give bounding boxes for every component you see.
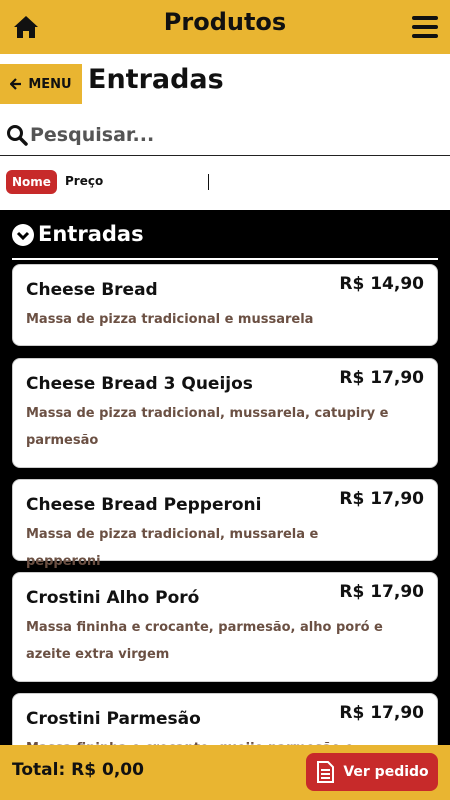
order-total: Total: R$ 0,00 bbox=[12, 760, 144, 780]
product-price: R$ 17,90 bbox=[339, 368, 424, 388]
section-header[interactable]: Entradas bbox=[12, 222, 438, 260]
product-card[interactable]: Cheese Bread Pepperoni R$ 17,90 Massa de… bbox=[12, 479, 438, 569]
product-description: Massa de pizza tradicional e mussarela bbox=[26, 312, 314, 327]
product-name: Crostini Parmesão bbox=[26, 709, 201, 729]
sort-options: Nome Preço bbox=[0, 168, 450, 196]
view-order-label: Ver pedido bbox=[343, 764, 429, 780]
arrow-left-icon bbox=[10, 78, 22, 90]
product-card[interactable]: Cheese Bread R$ 14,90 Massa de pizza tra… bbox=[12, 264, 438, 346]
page-title: Entradas bbox=[88, 64, 224, 95]
product-name: Cheese Bread Pepperoni bbox=[26, 495, 262, 515]
product-card[interactable]: Cheese Bread 3 Queijos R$ 17,90 Massa de… bbox=[12, 358, 438, 468]
sort-divider bbox=[208, 174, 209, 190]
product-description: Massa de pizza tradicional, mussarela, c… bbox=[26, 406, 389, 448]
section-title: Entradas bbox=[38, 222, 144, 246]
product-description: Massa fininha e crocante, parmesão, alho… bbox=[26, 620, 383, 662]
receipt-icon bbox=[317, 761, 335, 783]
bottom-bar: Total: R$ 0,00 Ver pedido bbox=[0, 745, 450, 800]
product-name: Cheese Bread 3 Queijos bbox=[26, 374, 253, 394]
sort-by-price-button[interactable]: Preço bbox=[65, 174, 103, 188]
app-title: Produtos bbox=[163, 8, 287, 36]
sort-by-name-button[interactable]: Nome bbox=[6, 170, 57, 194]
product-price: R$ 14,90 bbox=[339, 274, 424, 294]
product-price: R$ 17,90 bbox=[339, 489, 424, 509]
hamburger-icon[interactable] bbox=[412, 16, 438, 38]
page-header: MENU Entradas Pesquisar... Nome Preço bbox=[0, 54, 450, 210]
product-name: Crostini Alho Poró bbox=[26, 588, 200, 608]
back-menu-button[interactable]: MENU bbox=[0, 64, 82, 104]
back-menu-label: MENU bbox=[28, 76, 72, 92]
search-icon bbox=[7, 125, 28, 146]
product-card[interactable]: Crostini Alho Poró R$ 17,90 Massa fininh… bbox=[12, 572, 438, 682]
search-bar[interactable]: Pesquisar... bbox=[0, 118, 450, 156]
product-description: Massa de pizza tradicional, mussarela e … bbox=[26, 527, 319, 569]
view-order-button[interactable]: Ver pedido bbox=[306, 753, 438, 791]
top-bar: Produtos bbox=[0, 0, 450, 54]
search-input[interactable]: Pesquisar... bbox=[30, 124, 154, 146]
chevron-down-icon bbox=[12, 224, 34, 246]
product-price: R$ 17,90 bbox=[339, 703, 424, 723]
product-price: R$ 17,90 bbox=[339, 582, 424, 602]
product-name: Cheese Bread bbox=[26, 280, 158, 300]
